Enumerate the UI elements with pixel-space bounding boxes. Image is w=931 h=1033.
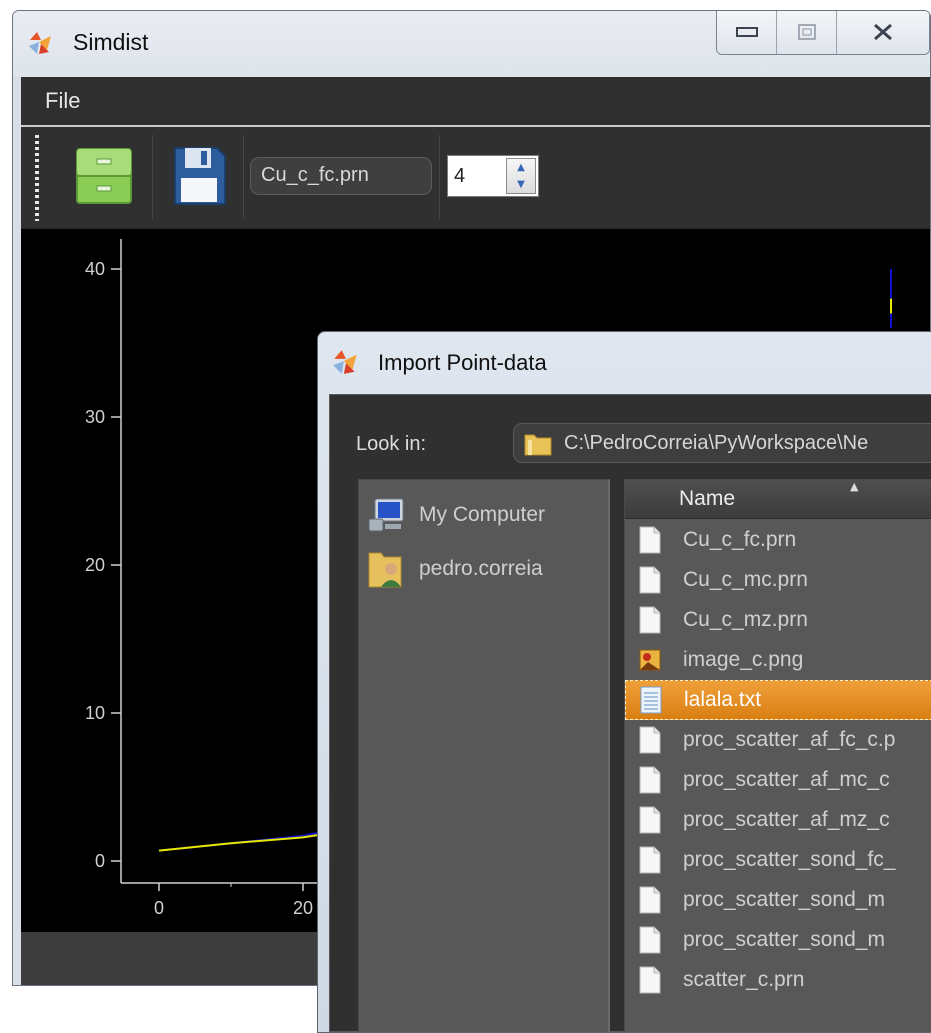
file-name: proc_scatter_sond_m bbox=[683, 888, 885, 911]
toolbar-separator bbox=[152, 135, 153, 219]
minimize-button[interactable] bbox=[717, 11, 777, 54]
file-name: proc_scatter_af_fc_c.p bbox=[683, 728, 896, 751]
file-rows: Cu_c_fc.prn Cu_c_mc.prn Cu_c_mz.prn image_c… bbox=[625, 520, 931, 1000]
dialog-body: Look in: C:\PedroCorreia\PyWorkspace\Ne … bbox=[329, 394, 931, 1032]
toolbar: Cu_c_fc.prn 4 ▲ ▼ bbox=[21, 127, 930, 227]
toolbar-grip[interactable] bbox=[35, 135, 39, 221]
file-row[interactable]: image_c.png bbox=[625, 640, 931, 680]
file-name: Cu_c_mz.prn bbox=[683, 608, 808, 631]
y-tick-label: 10 bbox=[85, 703, 105, 723]
window-title: Simdist bbox=[73, 29, 149, 55]
text-file-icon bbox=[640, 686, 662, 714]
document-icon bbox=[639, 726, 661, 754]
file-name: Cu_c_mc.prn bbox=[683, 568, 808, 591]
file-name: proc_scatter_af_mz_c bbox=[683, 808, 890, 831]
look-in-path: C:\PedroCorreia\PyWorkspace\Ne bbox=[564, 432, 869, 454]
spinbox-value: 4 bbox=[454, 165, 466, 187]
y-tick-label: 20 bbox=[85, 555, 105, 575]
file-name: Cu_c_fc.prn bbox=[683, 528, 797, 551]
app-logo-icon bbox=[333, 350, 357, 374]
file-row[interactable]: Cu_c_fc.prn bbox=[625, 520, 931, 560]
file-row[interactable]: proc_scatter_sond_m bbox=[625, 920, 931, 960]
dialog-title: Import Point-data bbox=[378, 350, 547, 375]
toolbar-separator bbox=[439, 135, 440, 219]
title-bar[interactable]: Simdist bbox=[13, 11, 930, 77]
file-row[interactable]: proc_scatter_sond_m bbox=[625, 880, 931, 920]
file-name: lalala.txt bbox=[684, 688, 762, 711]
document-icon bbox=[639, 966, 661, 994]
x-tick-label: 0 bbox=[154, 898, 164, 918]
folder-icon bbox=[524, 434, 552, 456]
sidebar-item-pedro-correia[interactable]: pedro.correia bbox=[367, 544, 543, 594]
column-header-name[interactable]: Name ▲ bbox=[625, 480, 931, 519]
file-combo[interactable]: Cu_c_fc.prn bbox=[250, 157, 432, 195]
file-row[interactable]: proc_scatter_sond_fc_ bbox=[625, 840, 931, 880]
file-name: proc_scatter_sond_fc_ bbox=[683, 848, 896, 871]
look-in-combo[interactable]: C:\PedroCorreia\PyWorkspace\Ne bbox=[513, 423, 931, 463]
toolbar-separator bbox=[243, 135, 244, 219]
y-tick-label: 0 bbox=[95, 851, 105, 871]
sidebar-item-my-computer[interactable]: My Computer bbox=[367, 490, 545, 540]
look-in-label: Look in: bbox=[356, 433, 427, 455]
app-logo-icon bbox=[29, 32, 51, 54]
sidebar-item-label: pedro.correia bbox=[419, 557, 543, 580]
file-name: image_c.png bbox=[683, 648, 804, 671]
document-icon bbox=[639, 766, 661, 794]
file-row[interactable]: proc_scatter_af_mc_c bbox=[625, 760, 931, 800]
sidebar-item-label: My Computer bbox=[419, 503, 546, 526]
document-icon bbox=[639, 606, 661, 634]
floppy-disk-icon[interactable] bbox=[171, 144, 227, 208]
file-row[interactable]: proc_scatter_af_mz_c bbox=[625, 800, 931, 840]
filing-cabinet-icon[interactable] bbox=[73, 145, 135, 207]
document-icon bbox=[639, 846, 661, 874]
menu-bar: File bbox=[21, 77, 930, 127]
spinbox-buttons: ▲ ▼ bbox=[506, 158, 536, 194]
file-row[interactable]: Cu_c_mz.prn bbox=[625, 600, 931, 640]
file-row[interactable]: proc_scatter_af_fc_c.p bbox=[625, 720, 931, 760]
document-icon bbox=[639, 926, 661, 954]
file-list: Name ▲ Cu_c_fc.prn Cu_c_mc.prn Cu_c_mz.prn… bbox=[624, 479, 931, 1032]
user-folder-icon bbox=[368, 552, 402, 588]
maximize-button[interactable] bbox=[777, 11, 837, 54]
x-tick-label: 20 bbox=[293, 898, 313, 918]
file-name: scatter_c.prn bbox=[683, 968, 805, 991]
file-name: proc_scatter_sond_m bbox=[683, 928, 885, 951]
caption-buttons bbox=[716, 11, 930, 55]
maximize-icon bbox=[797, 24, 816, 40]
y-tick-label: 30 bbox=[85, 407, 105, 427]
file-row[interactable]: Cu_c_mc.prn bbox=[625, 560, 931, 600]
computer-icon bbox=[368, 498, 404, 532]
import-dialog: Import Point-data Look in: C:\PedroCorre… bbox=[317, 331, 931, 1033]
file-row[interactable]: lalala.txt bbox=[625, 680, 931, 720]
menu-file[interactable]: File bbox=[45, 88, 80, 114]
document-icon bbox=[639, 526, 661, 554]
spin-down-icon[interactable]: ▼ bbox=[507, 176, 535, 193]
file-name: proc_scatter_af_mc_c bbox=[683, 768, 890, 791]
image-icon bbox=[639, 649, 661, 671]
document-icon bbox=[639, 566, 661, 594]
spin-up-icon[interactable]: ▲ bbox=[507, 159, 535, 176]
count-spinbox[interactable]: 4 ▲ ▼ bbox=[447, 155, 539, 197]
document-icon bbox=[639, 806, 661, 834]
y-tick-label: 40 bbox=[85, 259, 105, 279]
file-row[interactable]: scatter_c.prn bbox=[625, 960, 931, 1000]
column-name-label: Name bbox=[679, 487, 736, 510]
sort-ascending-icon: ▲ bbox=[850, 480, 859, 493]
places-sidebar: My Computer pedro.correia bbox=[358, 479, 610, 1032]
document-icon bbox=[639, 886, 661, 914]
minimize-icon bbox=[735, 27, 758, 37]
close-button[interactable] bbox=[837, 11, 929, 54]
close-icon bbox=[874, 23, 892, 41]
